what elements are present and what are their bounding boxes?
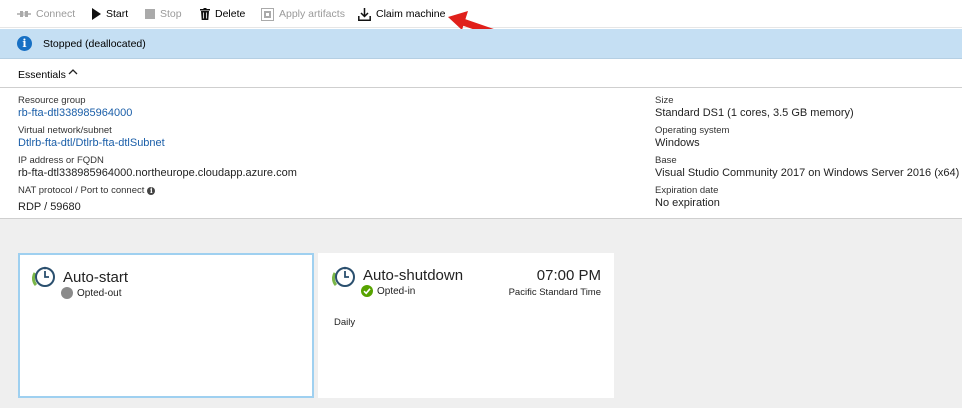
- ip-address-value: rb-fta-dtl338985964000.northeurope.cloud…: [18, 167, 297, 179]
- auto-shutdown-status-text: Opted-in: [377, 285, 416, 297]
- auto-shutdown-status: Opted-in: [361, 285, 415, 297]
- stop-button[interactable]: Stop: [145, 0, 182, 28]
- auto-start-tile[interactable]: Auto-start Opted-out: [18, 253, 314, 398]
- clock-icon: [331, 265, 356, 294]
- download-icon: [358, 7, 371, 21]
- shutdown-time: 07:00 PM: [536, 267, 601, 284]
- delete-label: Delete: [215, 8, 246, 20]
- virtual-network-label: Virtual network/subnet: [18, 125, 112, 136]
- ip-address-label: IP address or FQDN: [18, 155, 104, 166]
- clock-icon: [31, 265, 56, 294]
- size-label: Size: [655, 95, 674, 106]
- artifacts-icon: [261, 7, 274, 21]
- stop-label: Stop: [160, 8, 182, 20]
- claim-machine-label: Claim machine: [376, 8, 446, 20]
- essentials-header[interactable]: Essentials: [0, 60, 962, 88]
- connect-label: Connect: [36, 8, 76, 20]
- size-value: Standard DS1 (1 cores, 3.5 GB memory): [655, 107, 854, 119]
- info-icon[interactable]: i: [147, 187, 156, 195]
- chevron-up-icon[interactable]: [68, 67, 78, 79]
- auto-start-title: Auto-start: [63, 269, 129, 286]
- start-button[interactable]: Start: [91, 0, 128, 28]
- start-label: Start: [106, 8, 129, 20]
- resource-group-label: Resource group: [18, 95, 86, 106]
- expiration-value: No expiration: [655, 197, 720, 209]
- auto-shutdown-tile[interactable]: Auto-shutdown Opted-in 07:00 PM Pacific …: [318, 253, 614, 398]
- expiration-label: Expiration date: [655, 185, 719, 196]
- trash-icon: [200, 8, 210, 20]
- operating-system-value: Windows: [655, 137, 700, 149]
- shutdown-timezone: Pacific Standard Time: [508, 287, 601, 298]
- virtual-network-link[interactable]: Dtlrb-fta-dtl/Dtlrb-fta-dtlSubnet: [18, 137, 165, 149]
- play-icon: [91, 8, 101, 20]
- nat-protocol-label-row: NAT protocol / Port to connect i: [18, 185, 156, 196]
- base-label: Base: [655, 155, 677, 166]
- auto-shutdown-title: Auto-shutdown: [363, 267, 464, 284]
- auto-start-status-text: Opted-out: [77, 287, 122, 299]
- connect-icon: [17, 9, 31, 19]
- resource-group-link[interactable]: rb-fta-dtl338985964000: [18, 107, 132, 119]
- shutdown-schedule: Daily: [334, 317, 356, 328]
- opted-out-icon: [61, 287, 73, 299]
- nat-protocol-label: NAT protocol / Port to connect: [18, 185, 145, 196]
- info-icon: i: [17, 36, 32, 51]
- apply-artifacts-button[interactable]: Apply artifacts: [261, 0, 345, 28]
- status-text: Stopped (deallocated): [43, 38, 146, 50]
- essentials-label: Essentials: [18, 69, 66, 81]
- status-banner: i Stopped (deallocated): [0, 29, 962, 59]
- connect-button[interactable]: Connect: [17, 0, 75, 28]
- opted-in-check-icon: [361, 285, 373, 297]
- delete-button[interactable]: Delete: [200, 0, 245, 28]
- base-value: Visual Studio Community 2017 on Windows …: [655, 167, 960, 179]
- stop-icon: [145, 9, 155, 19]
- claim-machine-button[interactable]: Claim machine: [358, 0, 445, 28]
- apply-artifacts-label: Apply artifacts: [279, 8, 345, 20]
- auto-start-status: Opted-out: [61, 287, 121, 299]
- nat-protocol-value: RDP / 59680: [18, 201, 81, 213]
- operating-system-label: Operating system: [655, 125, 730, 136]
